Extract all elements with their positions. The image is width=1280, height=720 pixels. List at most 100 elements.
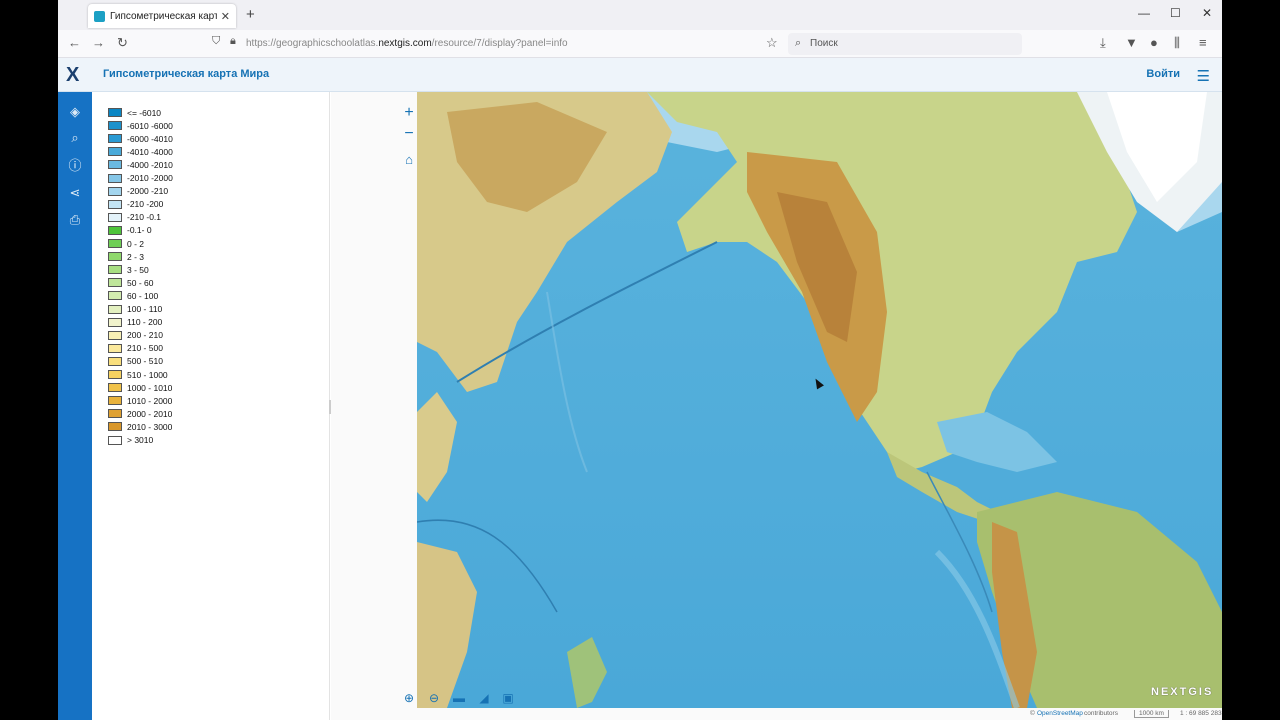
legend-swatch (108, 422, 122, 432)
map-attribution: © OpenStreetMap contributors 1000 km 1 :… (331, 708, 1222, 720)
legend-label: 3 - 50 (127, 264, 149, 275)
legend-swatch (108, 435, 122, 445)
legend-label: -4010 -4000 (127, 146, 173, 157)
side-toolbar: ◈ ⌕ ⓘ ⋖ ⎙ (58, 92, 92, 720)
legend-item: -2000 -210 (108, 185, 168, 198)
legend-swatch (108, 173, 122, 183)
legend-label: 500 - 510 (127, 356, 163, 367)
close-window-icon[interactable]: ✕ (1202, 6, 1212, 20)
legend-item: -4000 -2010 (108, 158, 173, 171)
nextgis-logo[interactable]: X (66, 64, 79, 87)
legend-item: 100 - 110 (108, 303, 162, 316)
legend-label: 200 - 210 (127, 330, 163, 341)
legend-item: 2010 - 3000 (108, 420, 172, 433)
legend-swatch (108, 291, 122, 301)
legend-item: 2 - 3 (108, 250, 144, 263)
legend-swatch (108, 108, 122, 117)
browser-window: Гипсометрическая карта Мир ✕ + — ☐ ✕ ← →… (58, 0, 1222, 720)
map-canvas[interactable] (417, 92, 1222, 708)
address-bar[interactable]: https://geographicschoolatlas.nextgis.co… (246, 38, 568, 49)
legend-item: 2000 - 2010 (108, 407, 172, 420)
account-icon[interactable]: ● (1150, 35, 1158, 50)
menu-icon[interactable]: ≡ (1199, 35, 1207, 50)
legend-item: 510 - 1000 (108, 368, 168, 381)
lock-icon: 🔒︎ (230, 35, 236, 47)
legend-label: 210 - 500 (127, 343, 163, 354)
layers-icon[interactable]: ◈ (67, 104, 83, 120)
search-input[interactable]: ⌕ Поиск (788, 33, 1022, 55)
legend-item: -0.1- 0 (108, 224, 152, 237)
legend-label: -2010 -2000 (127, 173, 173, 183)
legend-label: > 3010 (127, 435, 154, 445)
hamburger-menu-icon[interactable]: ☰ (1197, 67, 1210, 85)
legend-swatch (108, 134, 122, 144)
close-tab-icon[interactable]: ✕ (221, 10, 230, 23)
nav-bar: ← → ↻ ⛉ 🔒︎ https://geographicschoolatlas… (58, 30, 1222, 58)
scale-bar: 1000 km (1134, 710, 1169, 718)
legend-label: -6000 -4010 (127, 133, 173, 144)
bookmark-star-icon[interactable]: ☆ (766, 35, 778, 51)
new-tab-icon[interactable]: + (246, 6, 255, 23)
download-icon[interactable]: ⤓ (1100, 35, 1106, 51)
print-icon[interactable]: ⎙ (67, 212, 83, 228)
area-measure-icon[interactable]: ◢ (473, 688, 495, 710)
identify-icon[interactable]: ▣ (497, 688, 519, 710)
zoom-out-icon[interactable]: − (398, 124, 420, 146)
shield-icon[interactable]: ⛉ (212, 35, 220, 48)
legend-label: -6010 -6000 (127, 120, 173, 131)
library-icon[interactable]: ⫼ (1174, 35, 1180, 51)
legend-item: 60 - 100 (108, 289, 158, 302)
legend-swatch (108, 409, 122, 419)
minimize-icon[interactable]: — (1138, 6, 1150, 20)
login-button[interactable]: Войти (1146, 68, 1180, 80)
legend-panel: <= -6010 -6010 -6000 -6000 -4010 -4010 -400… (92, 92, 330, 720)
zoom-in-icon[interactable]: + (398, 103, 420, 125)
legend-swatch (108, 147, 122, 157)
legend-item: <= -6010 (108, 106, 161, 119)
legend-item: -2010 -2000 (108, 172, 173, 185)
forward-icon[interactable]: → (92, 35, 105, 50)
legend-swatch (108, 278, 122, 288)
legend-swatch (108, 225, 122, 235)
legend-swatch (108, 317, 122, 327)
legend-swatch (108, 370, 122, 379)
legend-item: 210 - 500 (108, 342, 163, 355)
page-title: Гипсометрическая карта Мира (103, 68, 270, 80)
legend-item: -6010 -6000 (108, 119, 173, 132)
legend-swatch (108, 160, 122, 170)
legend-swatch (108, 330, 122, 340)
legend-label: -2000 -210 (127, 186, 169, 197)
url-prefix: https://geographicschoolatlas. (246, 38, 379, 49)
share-icon[interactable]: ⋖ (67, 185, 83, 201)
url-domain: nextgis.com (378, 38, 432, 49)
maximize-icon[interactable]: ☐ (1170, 6, 1181, 20)
legend-item: 3 - 50 (108, 263, 149, 276)
search-icon[interactable]: ⌕ (67, 130, 83, 146)
ruler-icon[interactable]: ▬ (448, 688, 470, 710)
legend-label: 1000 - 1010 (127, 382, 173, 393)
legend-swatch (108, 121, 122, 131)
legend-item: 200 - 210 (108, 329, 163, 342)
zoom-out-tool-icon[interactable]: ⊖ (423, 688, 445, 710)
map-area[interactable]: + − ⌂ ⊕ ⊖ ▬ ◢ ▣ NEXTGIS © OpenStreetMap … (331, 92, 1222, 720)
osm-link[interactable]: OpenStreetMap (1037, 710, 1083, 717)
legend-label: -210 -0.1 (127, 212, 162, 223)
nextgis-brand: NEXTGIS (1151, 686, 1214, 698)
legend-item: 0 - 2 (108, 237, 144, 250)
legend-item: 1000 - 1010 (108, 381, 172, 394)
browser-tab[interactable]: Гипсометрическая карта Мир ✕ (88, 4, 236, 28)
legend-item: 50 - 60 (108, 276, 153, 289)
home-icon[interactable]: ⌂ (398, 150, 420, 172)
legend-label: -210 -200 (127, 199, 164, 210)
legend-swatch (108, 212, 122, 222)
reload-icon[interactable]: ↻ (117, 35, 128, 51)
zoom-in-tool-icon[interactable]: ⊕ (398, 688, 420, 710)
search-placeholder: Поиск (810, 38, 838, 49)
legend-swatch (108, 396, 122, 406)
info-icon[interactable]: ⓘ (67, 158, 83, 174)
extension-icon[interactable]: ▼ (1125, 35, 1138, 50)
back-icon[interactable]: ← (68, 35, 81, 50)
app-header: X Гипсометрическая карта Мира Войти ☰ (58, 58, 1222, 92)
attribution-prefix: © (1030, 710, 1035, 717)
legend-label: 1010 - 2000 (127, 395, 173, 406)
